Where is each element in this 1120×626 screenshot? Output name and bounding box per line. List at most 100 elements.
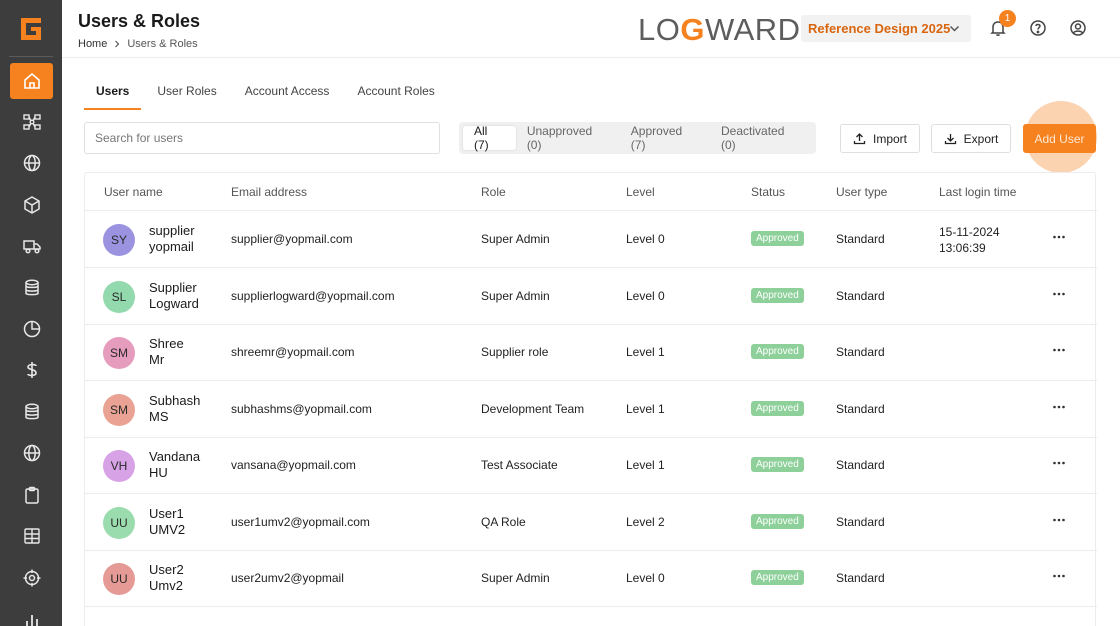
row-actions-button[interactable] — [1051, 455, 1067, 471]
avatar: SM — [103, 394, 135, 426]
filter-unapproved[interactable]: Unapproved (0) — [516, 124, 620, 152]
help-icon — [1030, 20, 1046, 36]
add-user-button[interactable]: Add User — [1023, 124, 1096, 153]
user-level: Level 1 — [626, 402, 665, 416]
target-icon — [23, 569, 40, 587]
sidebar-item-target[interactable] — [10, 560, 53, 596]
row-actions-button[interactable] — [1051, 286, 1067, 302]
avatar: SM — [103, 337, 135, 369]
tab-account-roles[interactable]: Account Roles — [345, 80, 446, 106]
table-header: User name Email address Role Level Statu… — [85, 173, 1097, 211]
download-icon — [944, 134, 956, 145]
sidebar-item-reports[interactable] — [10, 601, 53, 626]
status-badge: Approved — [751, 457, 804, 472]
row-actions-button[interactable] — [1051, 512, 1067, 528]
sidebar-item-analytics[interactable] — [10, 311, 53, 347]
brand-suffix: WARD — [704, 12, 801, 47]
sidebar-item-tasks[interactable] — [10, 477, 53, 513]
tab-users[interactable]: Users — [84, 80, 142, 110]
column-status[interactable]: Status — [751, 185, 785, 199]
filter-all[interactable]: All (7) — [463, 124, 516, 152]
avatar: UU — [103, 507, 135, 539]
sidebar-item-grid[interactable] — [10, 518, 53, 554]
package-icon — [23, 196, 40, 214]
user-role: Super Admin — [481, 289, 550, 303]
sidebar-item-database[interactable] — [10, 270, 53, 306]
more-horizontal-icon — [1053, 574, 1065, 578]
user-email: subhashms@yopmail.com — [231, 402, 372, 416]
dollar-icon — [26, 362, 37, 378]
status-badge: Approved — [751, 231, 804, 246]
network-icon — [22, 114, 41, 130]
last-login-time: 15-11-2024 13:06:39 — [939, 225, 1000, 255]
sidebar-item-shipments[interactable] — [10, 228, 53, 264]
breadcrumb-current: Users & Roles — [127, 38, 198, 50]
row-actions-button[interactable] — [1051, 568, 1067, 584]
avatar: SL — [103, 281, 135, 313]
chevron-right-icon — [115, 40, 120, 48]
more-horizontal-icon — [1053, 292, 1065, 296]
filter-deactivated[interactable]: Deactivated (0) — [710, 124, 812, 152]
user-email: supplierlogward@yopmail.com — [231, 289, 395, 303]
table-row[interactable]: UU User1 UMV2 user1umv2@yopmail.com QA Ro… — [85, 494, 1097, 551]
user-level: Level 2 — [626, 515, 665, 529]
row-actions-button[interactable] — [1051, 342, 1067, 358]
breadcrumb-home[interactable]: Home — [78, 38, 107, 50]
search-input[interactable] — [84, 122, 440, 154]
user-name: Supplier Logward — [149, 280, 199, 311]
column-email[interactable]: Email address — [231, 185, 307, 199]
column-user-type[interactable]: User type — [836, 185, 887, 199]
chevron-down-icon — [949, 25, 960, 32]
table-row[interactable]: SM Shree Mr shreemr@yopmail.com Supplier … — [85, 324, 1097, 381]
table-row[interactable]: SM Subhash MS subhashms@yopmail.com Devel… — [85, 381, 1097, 438]
export-button[interactable]: Export — [931, 124, 1011, 153]
user-type: Standard — [836, 232, 885, 246]
sidebar — [0, 0, 62, 626]
sidebar-item-storage[interactable] — [10, 394, 53, 430]
table-row[interactable]: VH Vandana HU vansana@yopmail.com Test As… — [85, 437, 1097, 494]
globe-icon — [23, 154, 40, 172]
sidebar-item-finance[interactable] — [10, 352, 53, 388]
import-button[interactable]: Import — [840, 124, 920, 153]
sidebar-divider — [9, 56, 53, 57]
column-role[interactable]: Role — [481, 185, 506, 199]
sidebar-item-globe[interactable] — [10, 145, 53, 181]
user-name: Shree Mr — [149, 336, 184, 367]
more-horizontal-icon — [1053, 405, 1065, 409]
filter-approved[interactable]: Approved (7) — [620, 124, 710, 152]
clipboard-icon — [24, 486, 39, 504]
tab-account-access[interactable]: Account Access — [233, 80, 342, 106]
user-role: Super Admin — [481, 571, 550, 585]
table-row[interactable]: UU User2 Umv2 user2umv2@yopmail Super Adm… — [85, 550, 1097, 607]
tab-user-roles[interactable]: User Roles — [145, 80, 228, 106]
help-button[interactable] — [1028, 18, 1048, 38]
database-icon — [24, 403, 39, 420]
user-type: Standard — [836, 345, 885, 359]
globe-icon — [23, 444, 40, 462]
export-label: Export — [963, 131, 999, 146]
user-email: vansana@yopmail.com — [231, 458, 356, 472]
column-last-login[interactable]: Last login time — [939, 185, 1016, 199]
user-type: Standard — [836, 571, 885, 585]
user-role: Supplier role — [481, 345, 549, 359]
reference-design-select[interactable]: Reference Design 2025 — [801, 15, 971, 42]
row-actions-button[interactable] — [1051, 229, 1067, 245]
user-level: Level 1 — [626, 458, 665, 472]
avatar: SY — [103, 224, 135, 256]
header-divider — [62, 57, 1120, 58]
column-user-name[interactable]: User name — [104, 185, 163, 199]
user-level: Level 0 — [626, 289, 665, 303]
more-horizontal-icon — [1053, 235, 1065, 239]
profile-button[interactable] — [1068, 18, 1088, 38]
sidebar-item-home[interactable] — [10, 63, 53, 99]
sidebar-item-world[interactable] — [10, 435, 53, 471]
table-row[interactable]: SL Supplier Logward supplierlogward@yopma… — [85, 268, 1097, 325]
home-icon — [23, 72, 40, 89]
row-actions-button[interactable] — [1051, 399, 1067, 415]
sidebar-item-package[interactable] — [10, 187, 53, 223]
column-level[interactable]: Level — [626, 185, 655, 199]
table-row[interactable]: SY supplier yopmail supplier@yopmail.com … — [85, 211, 1097, 268]
sidebar-item-network[interactable] — [10, 104, 53, 140]
more-horizontal-icon — [1053, 518, 1065, 522]
logward-logo-icon[interactable] — [16, 14, 46, 44]
